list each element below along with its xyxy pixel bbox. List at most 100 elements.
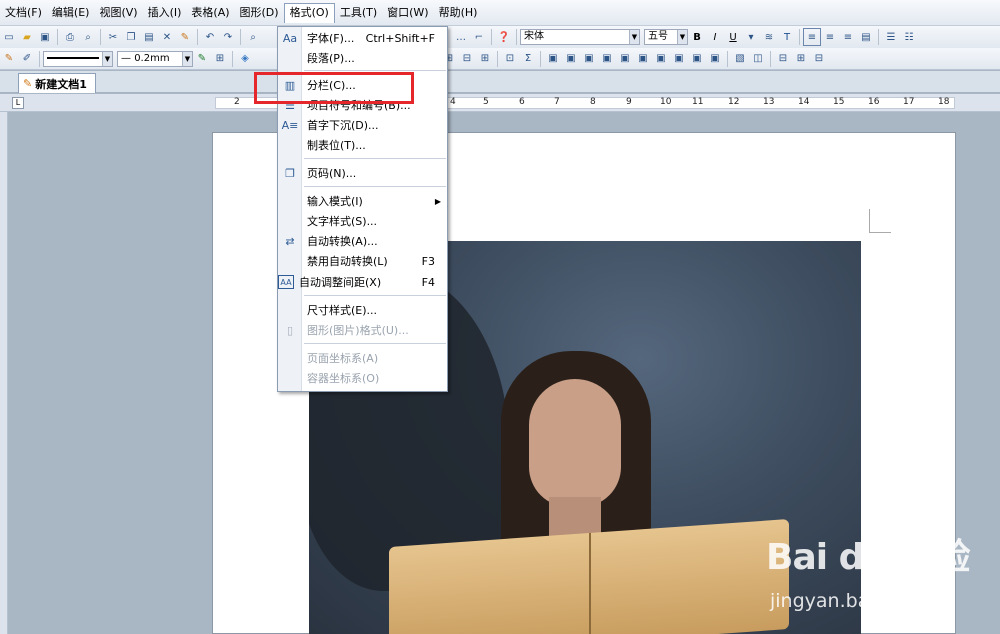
spacing-icon: AA: [278, 275, 294, 289]
edit-icon[interactable]: ✐: [18, 50, 36, 68]
justify-icon[interactable]: ▤: [857, 28, 875, 46]
save-icon[interactable]: ▣: [36, 28, 54, 46]
frame-8-icon[interactable]: ▣: [670, 50, 688, 68]
menu-graphics[interactable]: 图形(D): [235, 3, 284, 23]
line-width-select[interactable]: — 0.2mm ▼: [117, 50, 193, 67]
format-painter-icon[interactable]: ✎: [176, 28, 194, 46]
menu-item-input-mode[interactable]: 输入模式(I) ▶: [278, 191, 447, 211]
cell-icon[interactable]: ⊡: [501, 50, 519, 68]
line-style-select[interactable]: ▼: [43, 50, 113, 67]
align-right-icon[interactable]: ≡: [839, 28, 857, 46]
print-preview-icon[interactable]: ⌕: [79, 28, 97, 46]
font-size-select[interactable]: 五号 ▼: [644, 29, 688, 45]
menu-item-auto-spacing[interactable]: AA 自动调整间距(X) F4: [278, 272, 447, 292]
tab-new-document-1[interactable]: ✎ 新建文档1: [18, 73, 96, 93]
horizontal-ruler[interactable]: L 2 4 5 6 7 8 9 10 11 12 13 14 15 16 17 …: [0, 94, 1000, 112]
menu-item-tab-stops[interactable]: 制表位(T)...: [278, 135, 447, 155]
numbered-list-icon[interactable]: ☰: [882, 28, 900, 46]
underline-style-icon[interactable]: ▾: [742, 28, 760, 46]
menu-item-disable-auto-convert[interactable]: 禁用自动转换(L) F3: [278, 251, 447, 271]
border-icon[interactable]: ⊞: [211, 50, 229, 68]
table-grid-icon[interactable]: ⊞: [476, 50, 494, 68]
tab-stop-selector[interactable]: L: [12, 97, 24, 109]
standard-toolbar: ▭ ▰ ▣ ⎙ ⌕ ✂ ❐ ▤ ✕ ✎ ↶ ↷ ⌕ … ⌐ ❓ 宋体 ▼ 五号 ▼ …: [0, 26, 1000, 48]
menu-view[interactable]: 视图(V): [94, 3, 142, 23]
frame-9-icon[interactable]: ▣: [688, 50, 706, 68]
frame-4-icon[interactable]: ▣: [598, 50, 616, 68]
grid-icon[interactable]: ⊞: [792, 50, 810, 68]
copy-icon[interactable]: ❐: [122, 28, 140, 46]
submenu-arrow-icon: ▶: [434, 196, 441, 206]
bullet-list-icon[interactable]: ☷: [900, 28, 918, 46]
font-name-select[interactable]: 宋体 ▼: [520, 29, 640, 45]
auto-convert-icon: ⇄: [285, 234, 295, 248]
drawing-toolbar: ✎ ✐ ▼ — 0.2mm ▼ ✎ ⊞ ◈ ⊞ ⊟ ⊞ ⊡ Σ ▣ ▣ ▣ ▣ ▣…: [0, 48, 1000, 70]
help-icon[interactable]: ❓: [495, 28, 513, 46]
menu-item-page-number[interactable]: ❐ 页码(N)...: [278, 163, 447, 183]
underline-button[interactable]: U: [724, 28, 742, 46]
symbol-icon[interactable]: …: [452, 28, 470, 46]
vertical-ruler[interactable]: [0, 112, 8, 634]
frame-10-icon[interactable]: ▣: [706, 50, 724, 68]
menu-item-image-format[interactable]: ▯ 图形(图片)格式(U)...: [278, 320, 447, 340]
new-doc-icon[interactable]: ▭: [0, 28, 18, 46]
columns-toolbar-icon[interactable]: ⊟: [810, 50, 828, 68]
menu-window[interactable]: 窗口(W): [382, 3, 433, 23]
line-color-icon[interactable]: ✎: [193, 50, 211, 68]
align-center-icon[interactable]: ≡: [821, 28, 839, 46]
frame-1-icon[interactable]: ▣: [544, 50, 562, 68]
font-icon: Aa: [282, 31, 298, 45]
menu-edit[interactable]: 编辑(E): [47, 3, 95, 23]
print-icon[interactable]: ⎙: [61, 28, 79, 46]
menu-table[interactable]: 表格(A): [186, 3, 234, 23]
menu-insert[interactable]: 插入(I): [143, 3, 187, 23]
menu-item-paragraph[interactable]: 段落(P)...: [278, 48, 447, 68]
fill-color-icon[interactable]: ◈: [236, 50, 254, 68]
photo-face: [529, 379, 621, 507]
paste-icon[interactable]: ▤: [140, 28, 158, 46]
frame-5-icon[interactable]: ▣: [616, 50, 634, 68]
table-split-icon[interactable]: ⊟: [458, 50, 476, 68]
menu-file[interactable]: 文档(F): [0, 3, 47, 23]
frame-2-icon[interactable]: ▣: [562, 50, 580, 68]
align-left-icon[interactable]: ≡: [803, 28, 821, 46]
menu-item-auto-convert[interactable]: ⇄ 自动转换(A)...: [278, 231, 447, 251]
menu-format[interactable]: 格式(O): [283, 2, 335, 23]
find-icon[interactable]: ⌕: [244, 28, 262, 46]
font-color-icon[interactable]: T: [778, 28, 796, 46]
undo-icon[interactable]: ↶: [201, 28, 219, 46]
margin-corner-mark: [869, 209, 891, 233]
line-sample: [47, 56, 99, 59]
menu-item-page-coordinates[interactable]: 页面坐标系(A): [278, 348, 447, 368]
delete-icon[interactable]: ✕: [158, 28, 176, 46]
frame-7-icon[interactable]: ▣: [652, 50, 670, 68]
layout-icon[interactable]: ⊟: [774, 50, 792, 68]
document-tab-strip: ✎ 新建文档1: [0, 71, 1000, 93]
page-number-icon: ❐: [285, 166, 295, 180]
insert-mark-icon[interactable]: ⌐: [470, 28, 488, 46]
menu-item-dimension-style[interactable]: 尺寸样式(E)...: [278, 300, 447, 320]
menu-tools[interactable]: 工具(T): [335, 3, 382, 23]
object-icon[interactable]: ◫: [749, 50, 767, 68]
baidu-watermark-logo: Bai du 经验: [766, 537, 971, 578]
italic-button[interactable]: I: [706, 28, 724, 46]
picture-icon[interactable]: ▧: [731, 50, 749, 68]
chevron-down-icon: ▼: [677, 30, 687, 44]
open-folder-icon[interactable]: ▰: [18, 28, 36, 46]
char-format-icon[interactable]: ≋: [760, 28, 778, 46]
redo-icon[interactable]: ↷: [219, 28, 237, 46]
bold-button[interactable]: B: [688, 28, 706, 46]
cut-icon[interactable]: ✂: [104, 28, 122, 46]
menu-help[interactable]: 帮助(H): [434, 3, 483, 23]
pen-icon[interactable]: ✎: [0, 50, 18, 68]
menu-bar: 文档(F) 编辑(E) 视图(V) 插入(I) 表格(A) 图形(D) 格式(O…: [0, 0, 1000, 26]
menu-item-text-style[interactable]: 文字样式(S)...: [278, 211, 447, 231]
sum-icon[interactable]: Σ: [519, 50, 537, 68]
menu-item-font[interactable]: Aa 字体(F)... Ctrl+Shift+F: [278, 28, 447, 48]
frame-3-icon[interactable]: ▣: [580, 50, 598, 68]
menu-item-drop-cap[interactable]: A≡ 首字下沉(D)...: [278, 115, 447, 135]
document-icon: ✎: [23, 77, 33, 90]
frame-6-icon[interactable]: ▣: [634, 50, 652, 68]
annotation-highlight-box: [254, 72, 414, 104]
menu-item-container-coordinates[interactable]: 容器坐标系(O): [278, 368, 447, 388]
